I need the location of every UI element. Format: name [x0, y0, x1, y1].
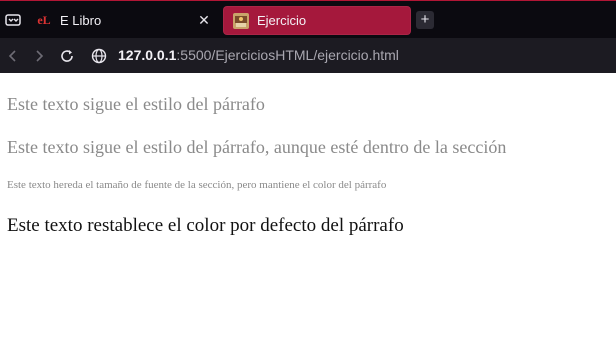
tab-label: Ejercicio — [257, 13, 307, 28]
tab-list-icon[interactable] — [4, 12, 22, 28]
tab-label: E Libro — [60, 13, 102, 28]
tab-elibro[interactable]: eL E Libro ✕ — [26, 6, 222, 35]
elibro-favicon-icon: eL — [37, 13, 51, 27]
url-path: :5500/EjerciciosHTML/ejercicio.html — [176, 47, 399, 63]
tab-bar: eL E Libro ✕ Ejercicio + — [0, 0, 616, 38]
new-tab-button[interactable]: + — [416, 11, 434, 29]
paragraph-styled: Este texto sigue el estilo del párrafo — [7, 94, 265, 114]
back-icon[interactable] — [4, 47, 22, 65]
url-host: 127.0.0.1 — [118, 47, 177, 63]
paragraph-in-section: Este texto sigue el estilo del párrafo, … — [7, 137, 507, 157]
page-favicon-icon — [233, 12, 249, 29]
forward-icon[interactable] — [30, 47, 48, 65]
page-content: Este texto sigue el estilo del párrafo E… — [0, 73, 616, 361]
reload-icon[interactable] — [58, 47, 76, 65]
paragraph-default-color: Este texto restablece el color por defec… — [7, 215, 404, 236]
browser-chrome: eL E Libro ✕ Ejercicio + 127.0.0.1:5500/… — [0, 0, 616, 73]
paragraph-inherited-size: Este texto hereda el tamaño de fuente de… — [7, 179, 387, 191]
close-tab-icon[interactable]: ✕ — [196, 12, 212, 28]
site-info-icon[interactable] — [90, 47, 108, 65]
tab-ejercicio[interactable]: Ejercicio — [223, 6, 411, 35]
address-bar[interactable]: 127.0.0.1:5500/EjerciciosHTML/ejercicio.… — [118, 47, 399, 63]
url-toolbar: 127.0.0.1:5500/EjerciciosHTML/ejercicio.… — [0, 38, 616, 73]
